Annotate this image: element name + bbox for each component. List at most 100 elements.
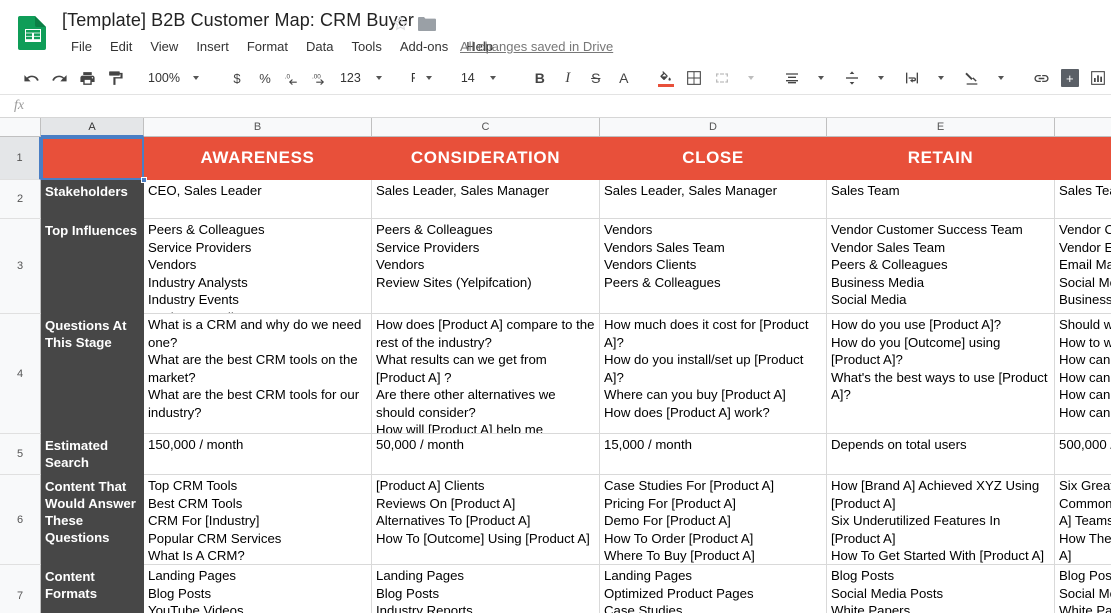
document-title[interactable]: [Template] B2B Customer Map: CRM Buyer [62, 10, 414, 31]
cell-D7[interactable]: Landing Pages Optimized Product Pages Case… [600, 565, 827, 613]
cell-F3[interactable]: Vendor Customer Success Team Vendor Event… [1055, 219, 1111, 314]
undo-icon[interactable] [18, 65, 44, 91]
cell-B2[interactable]: CEO, Sales Leader [144, 180, 372, 219]
cell-B5[interactable]: 150,000 / month [144, 434, 372, 475]
menu-item-format[interactable]: Format [238, 37, 297, 57]
cell-E7[interactable]: Blog Posts Social Media Posts White Papers [827, 565, 1055, 613]
borders-icon[interactable] [681, 65, 707, 91]
cell-B1[interactable]: AWARENESS [144, 137, 372, 180]
add-comment-icon[interactable]: + [1057, 65, 1083, 91]
cell-B6[interactable]: Top CRM Tools Best CRM Tools CRM For [Indu… [144, 475, 372, 565]
font-family-caret-icon[interactable] [415, 65, 441, 91]
formula-bar[interactable]: fx [0, 94, 1111, 118]
zoom-level[interactable]: 100% [144, 65, 182, 91]
zoom-dropdown-caret-icon[interactable] [182, 65, 208, 91]
cell-D2[interactable]: Sales Leader, Sales Manager [600, 180, 827, 219]
cell-C6[interactable]: [Product A] Clients Reviews On [Product A… [372, 475, 600, 565]
decrease-decimal-button[interactable]: .0 [280, 65, 306, 91]
cell-D4[interactable]: How much does it cost for [Product A]? Ho… [600, 314, 827, 434]
column-header-a[interactable]: A [41, 118, 144, 137]
cell-A5[interactable]: Estimated Search Volume [41, 434, 144, 475]
cell-B7[interactable]: Landing Pages Blog Posts YouTube Videos [144, 565, 372, 613]
number-format-caret-icon[interactable] [365, 65, 391, 91]
cell-F7[interactable]: Blog Posts Social Media Posts White Papers [1055, 565, 1111, 613]
vertical-align-icon[interactable] [839, 65, 865, 91]
horizontal-align-caret-icon[interactable] [807, 65, 833, 91]
strikethrough-button[interactable]: S [583, 65, 609, 91]
menu-item-edit[interactable]: Edit [101, 37, 141, 57]
cell-C4[interactable]: How does [Product A] compare to the rest… [372, 314, 600, 434]
cell-C1[interactable]: CONSIDERATION [372, 137, 600, 180]
menu-item-view[interactable]: View [141, 37, 187, 57]
menu-item-addons[interactable]: Add-ons [391, 37, 457, 57]
cell-D1[interactable]: CLOSE [600, 137, 827, 180]
spreadsheet-grid[interactable]: A B C D E F 1 2 3 4 5 6 7 AWARENESS CONSIDERATION CLO… [0, 118, 1111, 613]
insert-chart-icon[interactable] [1085, 65, 1111, 91]
fill-color-icon[interactable] [653, 65, 679, 91]
cell-D3[interactable]: Vendors Vendors Sales Team Vendors Clients… [600, 219, 827, 314]
menu-item-insert[interactable]: Insert [187, 37, 238, 57]
cell-A3[interactable]: Top Influences [41, 219, 144, 314]
row-header-3[interactable]: 3 [0, 219, 41, 314]
cell-A6[interactable]: Content That Would Answer These Questions [41, 475, 144, 565]
cell-E2[interactable]: Sales Team [827, 180, 1055, 219]
cell-C7[interactable]: Landing Pages Blog Posts Industry Reports [372, 565, 600, 613]
column-header-b[interactable]: B [144, 118, 372, 137]
text-wrap-icon[interactable] [899, 65, 925, 91]
select-all-corner[interactable] [0, 118, 41, 137]
cell-F1[interactable] [1055, 137, 1111, 180]
increase-decimal-button[interactable]: .00 [308, 65, 334, 91]
print-icon[interactable] [74, 65, 100, 91]
cell-C5[interactable]: 50,000 / month [372, 434, 600, 475]
font-family-selector[interactable]: PT Sans Ca... [407, 65, 415, 91]
text-wrap-caret-icon[interactable] [927, 65, 953, 91]
cell-A7[interactable]: Content Formats [41, 565, 144, 613]
cell-D5[interactable]: 15,000 / month [600, 434, 827, 475]
cell-D6[interactable]: Case Studies For [Product A] Pricing For … [600, 475, 827, 565]
cell-F2[interactable]: Sales Team [1055, 180, 1111, 219]
cell-A1[interactable] [41, 137, 144, 180]
save-status-link[interactable]: All changes saved in Drive [460, 37, 613, 57]
cell-A4[interactable]: Questions At This Stage [41, 314, 144, 434]
cell-E4[interactable]: How do you use [Product A]? How do you [O… [827, 314, 1055, 434]
row-header-1[interactable]: 1 [0, 137, 41, 180]
cell-F6[interactable]: Six Great Ways To Use [Product A] Common … [1055, 475, 1111, 565]
folder-icon[interactable] [418, 16, 436, 31]
link-icon[interactable] [1029, 65, 1055, 91]
text-rotation-icon[interactable] [959, 65, 985, 91]
menu-item-file[interactable]: File [62, 37, 101, 57]
menu-item-tools[interactable]: Tools [342, 37, 390, 57]
text-rotation-caret-icon[interactable] [987, 65, 1013, 91]
percent-format-button[interactable]: % [252, 65, 278, 91]
font-size-selector[interactable]: 14 [457, 65, 479, 91]
row-header-7[interactable]: 7 [0, 565, 41, 613]
cell-F4[interactable]: Should we renew [Product A]? How to we ge… [1055, 314, 1111, 434]
row-header-6[interactable]: 6 [0, 475, 41, 565]
paint-format-icon[interactable] [102, 65, 128, 91]
cell-E5[interactable]: Depends on total users [827, 434, 1055, 475]
column-header-d[interactable]: D [600, 118, 827, 137]
column-header-f[interactable]: F [1055, 118, 1111, 137]
horizontal-align-icon[interactable] [779, 65, 805, 91]
cell-F5[interactable]: 500,000 / month [1055, 434, 1111, 475]
row-header-4[interactable]: 4 [0, 314, 41, 434]
font-size-caret-icon[interactable] [479, 65, 505, 91]
star-icon[interactable] [392, 15, 409, 32]
vertical-align-caret-icon[interactable] [867, 65, 893, 91]
number-format-button[interactable]: 123 [336, 65, 365, 91]
column-header-c[interactable]: C [372, 118, 600, 137]
row-header-5[interactable]: 5 [0, 434, 41, 475]
menu-item-data[interactable]: Data [297, 37, 342, 57]
bold-button[interactable]: B [527, 65, 553, 91]
cell-E1[interactable]: RETAIN [827, 137, 1055, 180]
redo-icon[interactable] [46, 65, 72, 91]
italic-button[interactable]: I [555, 65, 581, 91]
text-color-button[interactable]: A [611, 65, 637, 91]
cell-B4[interactable]: What is a CRM and why do we need one? Wha… [144, 314, 372, 434]
cell-A2[interactable]: Stakeholders [41, 180, 144, 219]
column-header-e[interactable]: E [827, 118, 1055, 137]
cell-C3[interactable]: Peers & Colleagues Service Providers Vendo… [372, 219, 600, 314]
sheets-icon[interactable] [16, 14, 50, 50]
cell-E6[interactable]: How [Brand A] Achieved XYZ Using [Produc… [827, 475, 1055, 565]
cell-B3[interactable]: Peers & Colleagues Service Providers Vendo… [144, 219, 372, 314]
